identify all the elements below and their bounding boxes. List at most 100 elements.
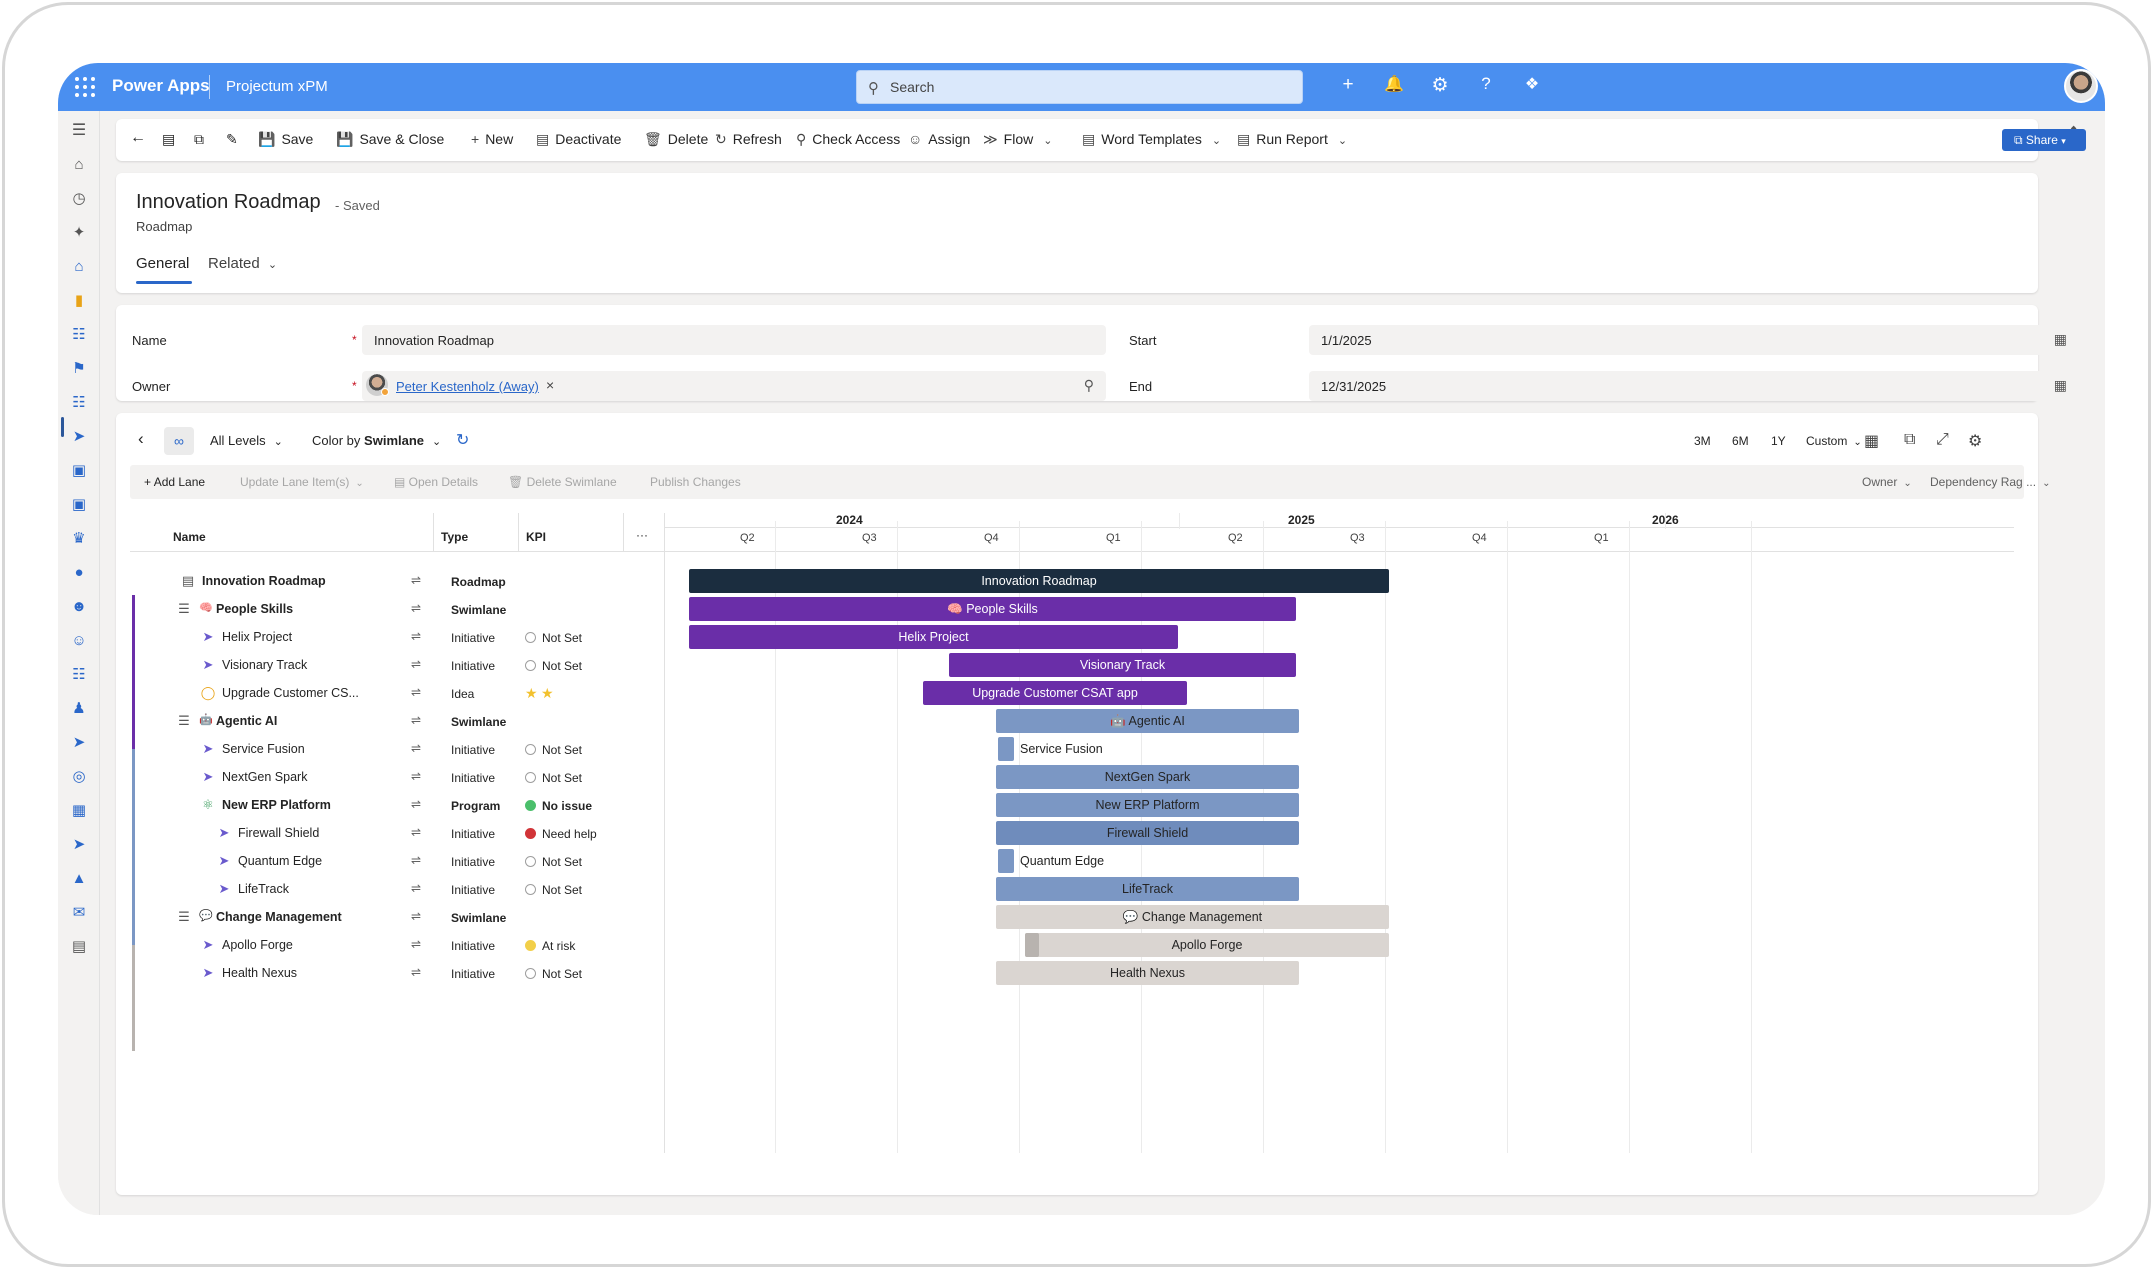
row-name[interactable]: NextGen Spark bbox=[222, 770, 307, 784]
link-icon[interactable]: ⇌ bbox=[411, 853, 421, 867]
row-name[interactable]: People Skills bbox=[216, 602, 293, 616]
gantt-bar[interactable]: 🧠 People Skills bbox=[689, 597, 1296, 621]
word-templates-button[interactable]: ▤ Word Templates ⌄ bbox=[1082, 131, 1221, 148]
levels-dropdown[interactable]: All Levels ⌄ bbox=[210, 433, 283, 448]
export-icon[interactable]: ⧉ bbox=[1904, 431, 1915, 449]
range-custom[interactable]: Custom ⌄ bbox=[1806, 434, 1862, 448]
run-icon[interactable]: ➤ bbox=[67, 731, 91, 755]
row-name[interactable]: Agentic AI bbox=[216, 714, 277, 728]
row-name[interactable]: Helix Project bbox=[222, 630, 292, 644]
row-name[interactable]: Innovation Roadmap bbox=[202, 574, 326, 588]
tab-related[interactable]: Related ⌄ bbox=[208, 255, 277, 272]
home-area-icon[interactable]: ⌂ bbox=[67, 255, 91, 279]
row-name[interactable]: Visionary Track bbox=[222, 658, 307, 672]
open-details-button[interactable]: ▤ Open Details bbox=[394, 475, 478, 489]
add-lane-button[interactable]: + Add Lane bbox=[144, 475, 205, 489]
save-close-button[interactable]: 💾 Save & Close bbox=[336, 131, 444, 148]
row-name[interactable]: Health Nexus bbox=[222, 966, 297, 980]
library-icon[interactable]: ☷ bbox=[67, 323, 91, 347]
color-by-dropdown[interactable]: Color by Swimlane ⌄ bbox=[312, 433, 441, 448]
delete-swimlane-button[interactable]: 🗑 Delete Swimlane bbox=[508, 475, 617, 489]
copilot-icon[interactable]: ❖ bbox=[1520, 74, 1544, 94]
delete-button[interactable]: 🗑 Delete bbox=[644, 131, 708, 148]
box-icon[interactable]: ▣ bbox=[67, 493, 91, 517]
row-name[interactable]: LifeTrack bbox=[238, 882, 289, 896]
dependency-link-icon[interactable]: ∞ bbox=[164, 427, 194, 455]
range-3m[interactable]: 3M bbox=[1694, 434, 1711, 448]
link-icon[interactable]: ⇌ bbox=[411, 685, 421, 699]
gantt-bar[interactable] bbox=[998, 849, 1014, 873]
environment-name[interactable]: Projectum xPM bbox=[226, 78, 328, 95]
chat-icon[interactable]: ✉ bbox=[67, 901, 91, 925]
row-name[interactable]: Change Management bbox=[216, 910, 342, 924]
program-icon[interactable]: ▣ bbox=[67, 459, 91, 483]
roadmap-icon[interactable]: ⚑ bbox=[67, 357, 91, 381]
link-icon[interactable]: ⇌ bbox=[411, 657, 421, 671]
row-name[interactable]: Upgrade Customer CS... bbox=[222, 686, 359, 700]
gantt-bar[interactable]: NextGen Spark bbox=[996, 765, 1299, 789]
deactivate-button[interactable]: ▤ Deactivate bbox=[536, 131, 621, 148]
link-icon[interactable]: ⇌ bbox=[411, 741, 421, 755]
hamburger-icon[interactable]: ☰ bbox=[67, 119, 91, 143]
link-icon[interactable]: ⇌ bbox=[411, 825, 421, 839]
row-name[interactable]: New ERP Platform bbox=[222, 798, 331, 812]
column-header-kpi[interactable]: KPI bbox=[526, 530, 546, 544]
gantt-bar[interactable]: 💬 Change Management bbox=[996, 905, 1389, 929]
link-icon[interactable]: ⇌ bbox=[411, 629, 421, 643]
refresh-button[interactable]: ↻ Refresh bbox=[715, 131, 782, 148]
warning-icon[interactable]: ▲ bbox=[67, 867, 91, 891]
save-button[interactable]: 💾 Save bbox=[258, 131, 313, 148]
recent-icon[interactable]: ◷ bbox=[67, 187, 91, 211]
document-icon[interactable]: ▤ bbox=[67, 935, 91, 959]
calendar-icon[interactable]: ▦ bbox=[2054, 377, 2067, 394]
portfolio-icon[interactable]: ♛ bbox=[67, 527, 91, 551]
gantt-bar[interactable]: Innovation Roadmap bbox=[689, 569, 1389, 593]
row-name[interactable]: Apollo Forge bbox=[222, 938, 293, 952]
settings-icon[interactable]: ⚙ bbox=[1968, 431, 1982, 451]
run-report-button[interactable]: ▤ Run Report ⌄ bbox=[1237, 131, 1347, 148]
gantt-bar[interactable]: Helix Project bbox=[689, 625, 1178, 649]
dependency-filter[interactable]: Dependency Rag ... ⌄ bbox=[1930, 475, 2050, 489]
name-field[interactable]: Innovation Roadmap bbox=[362, 325, 1106, 355]
share-button[interactable]: ⧉ Share ▾ bbox=[2002, 129, 2086, 151]
link-icon[interactable]: ⇌ bbox=[411, 713, 421, 727]
rocket-2-icon[interactable]: ➤ bbox=[67, 833, 91, 857]
owner-link[interactable]: Peter Kestenholz (Away) bbox=[396, 379, 539, 394]
end-date-field[interactable]: 12/31/2025 ▦ bbox=[1309, 371, 2079, 401]
back-icon[interactable]: ← bbox=[130, 129, 146, 147]
flow-button[interactable]: ≫ Flow ⌄ bbox=[983, 131, 1052, 148]
chart-icon[interactable]: ▮ bbox=[67, 289, 91, 313]
link-icon[interactable]: ⇌ bbox=[411, 909, 421, 923]
column-menu-icon[interactable]: ··· bbox=[636, 528, 648, 542]
link-icon[interactable]: ⇌ bbox=[411, 797, 421, 811]
link-icon[interactable]: ⇌ bbox=[411, 601, 421, 615]
link-icon[interactable]: ⇌ bbox=[411, 965, 421, 979]
gantt-bar[interactable]: 🤖 Agentic AI bbox=[996, 709, 1299, 733]
calendar-icon[interactable]: ▦ bbox=[67, 799, 91, 823]
edit-icon[interactable]: ✎ bbox=[226, 131, 238, 148]
gantt-bar[interactable]: Firewall Shield bbox=[996, 821, 1299, 845]
person-icon[interactable]: ☻ bbox=[67, 595, 91, 619]
link-icon[interactable]: ⇌ bbox=[411, 881, 421, 895]
gantt-bar[interactable] bbox=[998, 737, 1014, 761]
link-icon[interactable]: ⇌ bbox=[411, 573, 421, 587]
expand-icon[interactable]: ⤢ bbox=[1936, 431, 1949, 449]
gantt-bar[interactable]: LifeTrack bbox=[996, 877, 1299, 901]
gantt-bar[interactable]: Upgrade Customer CSAT app bbox=[923, 681, 1187, 705]
calendar-icon[interactable]: ▦ bbox=[2054, 331, 2067, 348]
new-button[interactable]: + New bbox=[471, 131, 513, 147]
column-header-type[interactable]: Type bbox=[441, 530, 468, 544]
start-date-field[interactable]: 1/1/2025 ▦ bbox=[1309, 325, 2079, 355]
update-lane-button[interactable]: Update Lane Item(s) ⌄ bbox=[240, 475, 364, 489]
search-input[interactable]: ⚲ Search bbox=[856, 70, 1303, 104]
collapse-icon[interactable]: ‹ bbox=[138, 429, 144, 449]
owner-field[interactable]: Peter Kestenholz (Away) × ⚲ bbox=[362, 371, 1106, 401]
range-6m[interactable]: 6M bbox=[1732, 434, 1749, 448]
gantt-bar[interactable]: Health Nexus bbox=[996, 961, 1299, 985]
publish-changes-button[interactable]: Publish Changes bbox=[650, 475, 741, 489]
link-icon[interactable]: ⇌ bbox=[411, 769, 421, 783]
resource-icon[interactable]: ☺ bbox=[67, 629, 91, 653]
row-name[interactable]: Firewall Shield bbox=[238, 826, 319, 840]
lookup-search-icon[interactable]: ⚲ bbox=[1084, 377, 1094, 394]
calendar-icon[interactable]: ▦ bbox=[1864, 431, 1879, 451]
